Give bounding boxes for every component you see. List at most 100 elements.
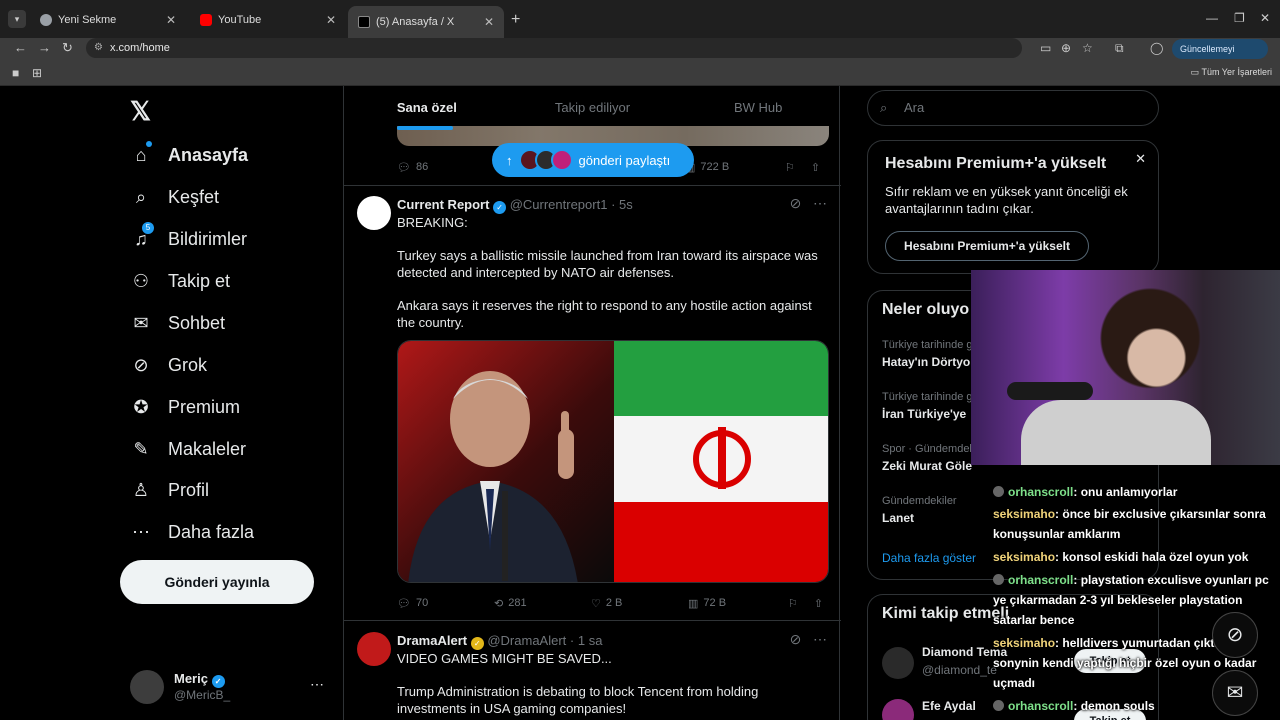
trend-context: Türkiye tarihinde g bbox=[882, 391, 973, 403]
avatar[interactable] bbox=[357, 196, 391, 230]
trend-name[interactable]: Hatay'ın Dörtyo bbox=[882, 355, 970, 369]
x-favicon-icon bbox=[358, 16, 370, 28]
close-window-icon[interactable]: ✕ bbox=[1260, 11, 1270, 25]
suggested-user-name[interactable]: Efe Aydal bbox=[922, 699, 976, 713]
chat-text: : onu anlamıyorlar bbox=[1073, 485, 1178, 499]
nav-item-profile[interactable]: ♙ Profil bbox=[130, 479, 209, 501]
share-button[interactable]: ⇧ bbox=[814, 597, 823, 610]
nav-item-more[interactable]: ⋯ Daha fazla bbox=[130, 521, 254, 543]
chat-user-icon bbox=[993, 574, 1004, 585]
bookmark-star-icon[interactable]: ☆ bbox=[1082, 41, 1093, 55]
nav-item-notifications[interactable]: ♫ 5 Bildirimler bbox=[130, 222, 247, 250]
bookmark-button[interactable]: ⚐ bbox=[788, 597, 798, 610]
author-handle[interactable]: @Currentreport1 bbox=[510, 197, 608, 212]
nav-item-follow[interactable]: ⚇ Takip et bbox=[130, 270, 230, 292]
author-handle[interactable]: @DramaAlert bbox=[487, 633, 566, 648]
tweet-header: DramaAlert ✓ @DramaAlert · 1 sa bbox=[397, 633, 602, 650]
tweet-tools: ⊘ ⋯ bbox=[790, 631, 827, 648]
reply-button[interactable]: 💬︎ 70 bbox=[397, 597, 494, 610]
nav-item-home[interactable]: ⌂ Anasayfa bbox=[130, 141, 249, 166]
url-input[interactable]: ⚙ x.com/home bbox=[86, 38, 1022, 58]
grok-icon[interactable]: ⊘ bbox=[790, 195, 802, 211]
close-tab-icon[interactable]: ✕ bbox=[166, 13, 176, 27]
address-bar-row: ← → ↻ ⚙ x.com/home ▭ ⊕ ☆ ⧉ ◯ Güncellemey… bbox=[0, 38, 1280, 74]
webcam-overlay bbox=[971, 270, 1280, 465]
account-more-icon[interactable]: ⋯ bbox=[310, 676, 324, 693]
all-bookmarks[interactable]: ▭ Tüm Yer İşaretleri bbox=[1191, 67, 1272, 78]
nav-item-articles[interactable]: ✎ Makaleler bbox=[130, 438, 246, 460]
tab-search-button[interactable]: ▾ bbox=[8, 10, 26, 28]
like-button[interactable]: ♡ 2 B bbox=[591, 597, 688, 610]
restore-icon[interactable]: ❐ bbox=[1234, 11, 1245, 25]
forward-icon[interactable]: → bbox=[38, 40, 51, 55]
zoom-icon[interactable]: ⊕ bbox=[1061, 41, 1071, 55]
nav-item-premium[interactable]: ✪ Premium bbox=[130, 396, 240, 418]
trend-name[interactable]: Lanet bbox=[882, 511, 914, 525]
repost-count: 281 bbox=[508, 597, 527, 609]
show-more-link[interactable]: Daha fazla göster bbox=[882, 551, 976, 565]
repost-button[interactable]: ⟲ 281 bbox=[494, 597, 591, 610]
tweet-text-line: Ankara says it reserves the right to res… bbox=[397, 298, 812, 330]
tweet-time[interactable]: · 1 sa bbox=[570, 633, 603, 648]
trend-name[interactable]: Zeki Murat Göle bbox=[882, 459, 972, 473]
author-name[interactable]: Current Report bbox=[397, 197, 489, 212]
folder-icon: ▭ bbox=[1190, 67, 1200, 77]
tab-for-you[interactable]: Sana özel bbox=[344, 86, 510, 130]
browser-tab-bar: ▾ Yeni Sekme ✕ YouTube ✕ (5) Anasayfa / … bbox=[0, 0, 1280, 38]
tab-x-home[interactable]: (5) Anasayfa / X ✕ bbox=[348, 6, 504, 38]
tweet-time[interactable]: · 5s bbox=[611, 197, 633, 212]
back-icon[interactable]: ← bbox=[14, 40, 27, 55]
nav-label: Keşfet bbox=[168, 186, 220, 207]
nav-item-chat[interactable]: ✉ Sohbet bbox=[130, 312, 225, 334]
x-logo-icon[interactable]: 𝕏 bbox=[130, 96, 151, 127]
post-button[interactable]: Gönderi yayınla bbox=[120, 560, 314, 604]
premium-upgrade-button[interactable]: Hesabını Premium+'a yükselt bbox=[885, 231, 1089, 261]
nav-label: Anasayfa bbox=[168, 144, 249, 165]
tweet-text-line: Trump Administration is debating to bloc… bbox=[397, 684, 759, 716]
close-tab-icon[interactable]: ✕ bbox=[484, 15, 494, 29]
heart-icon: ♡ bbox=[591, 597, 601, 610]
author-name[interactable]: DramaAlert bbox=[397, 633, 467, 648]
close-icon[interactable]: ✕ bbox=[1135, 151, 1146, 167]
trend-name[interactable]: İran Türkiye'ye bbox=[882, 407, 966, 421]
grok-icon[interactable]: ⊘ bbox=[790, 631, 802, 647]
tab-bw-hub[interactable]: BW Hub bbox=[675, 86, 841, 130]
verified-badge-icon: ✓ bbox=[211, 675, 225, 688]
new-posts-pill[interactable]: ↑ gönderi paylaştı bbox=[492, 143, 694, 177]
apps-grid-icon[interactable]: ⊞ bbox=[32, 66, 42, 80]
new-tab-icon[interactable]: + bbox=[511, 11, 520, 29]
premium-title: Hesabını Premium+'a yükselt bbox=[885, 155, 1107, 172]
timeline: Sana özel Takip ediliyor BW Hub 💬︎ 86 ▥ … bbox=[343, 86, 841, 720]
tab-following[interactable]: Takip ediliyor bbox=[510, 86, 676, 130]
tab-yeni-sekme[interactable]: Yeni Sekme ✕ bbox=[30, 6, 186, 34]
messages-fab-icon[interactable]: ✉ bbox=[1212, 670, 1258, 716]
search-input[interactable]: ⌕ Ara bbox=[867, 90, 1159, 126]
tab-youtube[interactable]: YouTube ✕ bbox=[190, 6, 346, 34]
grok-fab-icon[interactable]: ⊘ bbox=[1212, 612, 1258, 658]
avatar[interactable] bbox=[357, 632, 391, 666]
avatar[interactable] bbox=[882, 647, 914, 679]
cast-icon[interactable]: ▭ bbox=[1040, 41, 1051, 55]
account-switcher[interactable]: Meriç ✓ @MericB_ ⋯ bbox=[130, 670, 330, 706]
reply-button[interactable]: 💬︎ 86 bbox=[397, 161, 497, 174]
reload-icon[interactable]: ↻ bbox=[62, 40, 73, 56]
close-tab-icon[interactable]: ✕ bbox=[326, 13, 336, 27]
share-button[interactable]: ⇧ bbox=[811, 161, 820, 174]
nav-item-grok[interactable]: ⊘ Grok bbox=[130, 354, 207, 376]
profile-icon[interactable]: ◯ bbox=[1150, 41, 1163, 55]
update-button[interactable]: Güncellemeyi tamamla bbox=[1172, 39, 1268, 74]
minimize-icon[interactable]: — bbox=[1206, 11, 1218, 25]
more-icon[interactable]: ⋯ bbox=[813, 195, 827, 211]
more-icon[interactable]: ⋯ bbox=[813, 631, 827, 647]
grok-icon: ⊘ bbox=[133, 355, 149, 375]
views-button[interactable]: ▥ 72 B bbox=[688, 597, 788, 610]
url-text: x.com/home bbox=[110, 42, 170, 54]
bookmark-button[interactable]: ⚐ bbox=[785, 161, 795, 174]
extensions-icon[interactable]: ⧉ bbox=[1115, 41, 1124, 56]
tweet-image[interactable] bbox=[397, 340, 829, 583]
views-button[interactable]: ▥ 722 B bbox=[685, 161, 785, 174]
site-info-icon[interactable]: ⚙ bbox=[94, 38, 103, 58]
avatar[interactable] bbox=[882, 699, 914, 720]
nav-item-explore[interactable]: ⌕ Keşfet bbox=[130, 186, 219, 208]
bookmark-square-icon[interactable]: ■ bbox=[12, 66, 19, 80]
